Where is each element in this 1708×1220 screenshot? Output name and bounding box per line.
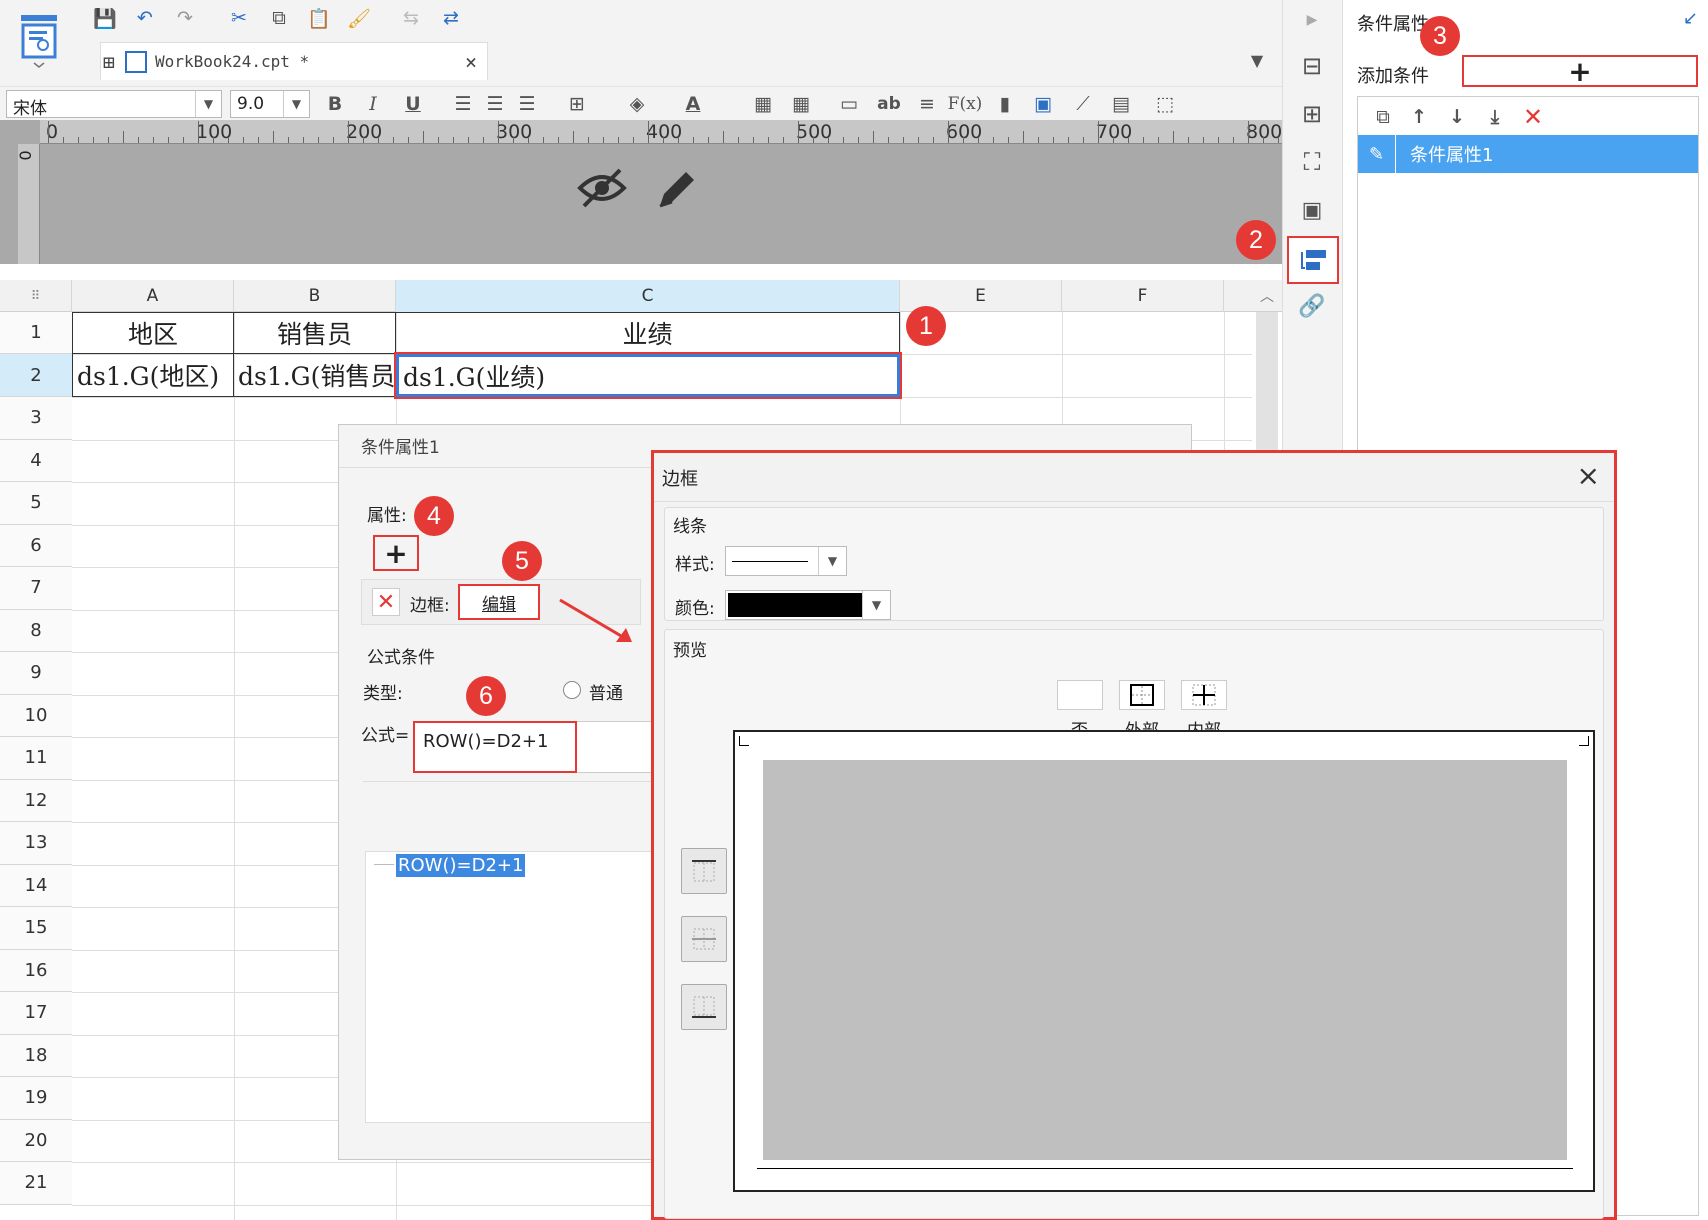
cell-a2[interactable]: ds1.G(地区) <box>72 354 234 397</box>
row-header-6[interactable]: 6 <box>0 524 72 567</box>
row-header-16[interactable]: 16 <box>0 949 72 992</box>
preview-group: 预览 否 外部 内部 <box>664 629 1604 1219</box>
type-label: 类型: <box>363 684 403 704</box>
step-badge-4: 4 <box>414 496 454 536</box>
color-swatch <box>728 593 862 617</box>
arrow-indicator <box>559 598 632 642</box>
vertical-scrollbar[interactable] <box>1256 312 1278 452</box>
formula-group-title: 公式条件 <box>367 648 435 668</box>
preview-group-title: 预览 <box>673 641 707 661</box>
row-header-10[interactable]: 10 <box>0 694 72 737</box>
edit-border-button[interactable]: 编辑 <box>458 584 540 620</box>
copy-condition-icon[interactable]: ⧉ <box>1366 101 1400 133</box>
line-color-select[interactable]: ▼ <box>725 590 891 620</box>
cell-element-icon[interactable]: ⊟ <box>1295 50 1329 82</box>
color-label: 颜色: <box>675 599 715 619</box>
row-header-20[interactable]: 20 <box>0 1119 72 1162</box>
row-header-12[interactable]: 12 <box>0 779 72 822</box>
condition-item-label: 条件属性1 <box>1410 145 1494 166</box>
dropdown-widget-icon[interactable]: ▣ <box>1295 194 1329 226</box>
move-down-icon[interactable]: ↓ <box>1440 101 1474 133</box>
border-dialog: 边框 × 线条 样式: ▼ 颜色: ▼ 预览 否 外部 内部 <box>651 450 1617 1220</box>
cell-c2-selected[interactable]: ds1.G(业绩) <box>394 352 902 399</box>
line-group: 线条 样式: ▼ 颜色: ▼ <box>664 507 1604 621</box>
row-header-5[interactable]: 5 <box>0 482 72 525</box>
hyperlink-icon[interactable]: 🔗 <box>1295 290 1329 322</box>
row-header-2[interactable]: 2 <box>0 354 72 397</box>
line-style-sample <box>732 561 808 562</box>
formula-input[interactable]: ROW()=D2+1 <box>413 721 577 773</box>
cell-c1[interactable]: 业绩 <box>396 312 900 354</box>
row-header-14[interactable]: 14 <box>0 864 72 907</box>
preset-none-button[interactable] <box>1057 680 1103 710</box>
style-label: 样式: <box>675 555 715 575</box>
border-preview-canvas[interactable] <box>733 730 1595 1192</box>
grid-line <box>234 312 235 1220</box>
condition-attribute-icon[interactable] <box>1287 236 1339 284</box>
cell-a1[interactable]: 地区 <box>72 312 234 354</box>
cell-b1[interactable]: 销售员 <box>234 312 396 354</box>
step-badge-6: 6 <box>466 676 506 716</box>
edit-pencil-icon[interactable]: ✎ <box>1358 135 1396 173</box>
report-designer-window: 💾 ↶ ↷ ✂ ⧉ 📋 🖌 ⇆ ⇄ ⊞ WorkBook24.cpt * × ▼… <box>0 0 1708 1220</box>
add-condition-button[interactable]: + <box>1462 55 1698 88</box>
row-header-15[interactable]: 15 <box>0 907 72 950</box>
attribute-label: 属性: <box>367 506 407 526</box>
remove-attribute-icon[interactable]: ✕ <box>372 588 400 616</box>
condition-tree: ROW()=D2+1 <box>365 851 655 1123</box>
radio-normal[interactable] <box>563 681 581 699</box>
step-badge-1: 1 <box>906 306 946 346</box>
chevron-down-icon: ▼ <box>862 591 890 619</box>
row-header-3[interactable]: 3 <box>0 397 72 440</box>
cell-attr-icon[interactable]: ⊞ <box>1295 98 1329 130</box>
border-bottom-button[interactable] <box>681 984 727 1030</box>
formula-label: 公式= <box>361 726 410 746</box>
line-group-title: 线条 <box>673 517 707 537</box>
preview-cell <box>763 760 1567 1160</box>
border-middle-button[interactable] <box>681 916 727 962</box>
row-header-8[interactable]: 8 <box>0 609 72 652</box>
chevron-down-icon: ▼ <box>818 547 846 575</box>
preset-inner-button[interactable] <box>1181 680 1227 710</box>
row-header-4[interactable]: 4 <box>0 439 72 482</box>
step-badge-2: 2 <box>1236 220 1276 260</box>
close-icon[interactable]: × <box>1577 459 1600 492</box>
row-header-7[interactable]: 7 <box>0 567 72 610</box>
row-header-17[interactable]: 17 <box>0 992 72 1035</box>
border-label: 边框: <box>410 596 450 616</box>
widget-icon[interactable]: ⛶ <box>1295 146 1329 178</box>
collapse-icon[interactable]: ▶ <box>1295 4 1329 36</box>
move-up-icon[interactable]: ↑ <box>1402 101 1436 133</box>
condition-item[interactable]: ✎ 条件属性1 <box>1358 135 1698 173</box>
row-header-21[interactable]: 21 <box>0 1162 72 1205</box>
add-condition-label: 添加条件 <box>1357 66 1429 87</box>
panel-title: 条件属性 <box>1357 14 1429 35</box>
row-header-18[interactable]: 18 <box>0 1034 72 1077</box>
row-header-11[interactable]: 11 <box>0 737 72 780</box>
border-dialog-title: 边框 <box>662 469 698 490</box>
tree-item[interactable]: ROW()=D2+1 <box>396 854 526 877</box>
row-header-19[interactable]: 19 <box>0 1077 72 1120</box>
border-top-button[interactable] <box>681 848 727 894</box>
dialog-title: 条件属性1 <box>361 438 440 458</box>
radio-normal-label: 普通 <box>589 684 623 704</box>
row-header-9[interactable]: 9 <box>0 652 72 695</box>
grid-line <box>72 397 1252 398</box>
cell-b2[interactable]: ds1.G(销售员) <box>234 354 396 397</box>
move-bottom-icon[interactable]: ⤓ <box>1478 101 1512 133</box>
preset-outer-button[interactable] <box>1119 680 1165 710</box>
line-style-select[interactable]: ▼ <box>725 546 847 576</box>
add-attribute-button[interactable]: + <box>373 535 419 571</box>
row-header-13[interactable]: 13 <box>0 822 72 865</box>
step-badge-5: 5 <box>502 541 542 581</box>
step-badge-3: 3 <box>1420 16 1460 56</box>
expand-icon[interactable]: ↙ <box>1683 8 1698 29</box>
delete-icon[interactable]: ✕ <box>1516 101 1550 133</box>
row-header-1[interactable]: 1 <box>0 312 72 354</box>
